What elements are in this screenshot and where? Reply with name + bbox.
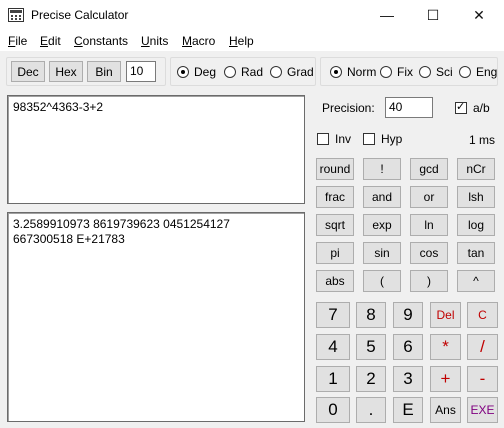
bin-button[interactable]: Bin bbox=[87, 61, 121, 82]
result-line-1: 3.2589910973 8619739623 0451254127 bbox=[13, 217, 230, 231]
hex-button[interactable]: Hex bbox=[49, 61, 83, 82]
expression-input[interactable]: 98352^4363-3+2 bbox=[7, 95, 305, 204]
fn-button-tan[interactable]: tan bbox=[457, 242, 495, 264]
radio-icon bbox=[270, 66, 282, 78]
minimize-icon: — bbox=[380, 7, 394, 23]
fn-button-round[interactable]: round bbox=[316, 158, 354, 180]
fn-button-nCr[interactable]: nCr bbox=[457, 158, 495, 180]
precision-input[interactable]: 40 bbox=[385, 97, 433, 118]
fn-button-abs[interactable]: abs bbox=[316, 270, 354, 292]
fn-button-exp[interactable]: exp bbox=[363, 214, 401, 236]
key-6[interactable]: 6 bbox=[393, 334, 423, 360]
key-4[interactable]: 4 bbox=[316, 334, 350, 360]
radio-icon bbox=[459, 66, 471, 78]
fn-button-lsh[interactable]: lsh bbox=[457, 186, 495, 208]
checkbox-checked-icon bbox=[455, 100, 467, 114]
fn-button-[interactable]: ^ bbox=[457, 270, 495, 292]
fn-button-and[interactable]: and bbox=[363, 186, 401, 208]
multiply-button[interactable]: * bbox=[430, 334, 461, 360]
rad-radio[interactable]: Rad bbox=[224, 65, 263, 79]
result-output[interactable]: 3.2589910973 8619739623 0451254127 66730… bbox=[7, 212, 305, 422]
fix-radio[interactable]: Fix bbox=[380, 65, 413, 79]
fn-button-frac[interactable]: frac bbox=[316, 186, 354, 208]
key-3[interactable]: 3 bbox=[393, 366, 423, 392]
key-2[interactable]: 2 bbox=[356, 366, 386, 392]
key-9[interactable]: 9 bbox=[393, 302, 423, 328]
precision-label: Precision: bbox=[322, 101, 375, 115]
close-button[interactable]: ✕ bbox=[456, 0, 502, 30]
menu-help[interactable]: Help bbox=[229, 34, 254, 48]
radio-selected-icon bbox=[330, 66, 342, 78]
sci-radio[interactable]: Sci bbox=[419, 65, 453, 79]
fn-button-sqrt[interactable]: sqrt bbox=[316, 214, 354, 236]
checkbox-icon bbox=[363, 133, 375, 145]
subtract-button[interactable]: - bbox=[467, 366, 498, 392]
key-8[interactable]: 8 bbox=[356, 302, 386, 328]
fn-button-sin[interactable]: sin bbox=[363, 242, 401, 264]
base-value-input[interactable]: 10 bbox=[126, 61, 156, 82]
menu-file[interactable]: File bbox=[8, 34, 27, 48]
fn-button-ln[interactable]: ln bbox=[410, 214, 448, 236]
fn-button-[interactable]: ) bbox=[410, 270, 448, 292]
key-7[interactable]: 7 bbox=[316, 302, 350, 328]
ans-button[interactable]: Ans bbox=[430, 397, 461, 423]
fn-button-or[interactable]: or bbox=[410, 186, 448, 208]
minimize-button[interactable]: — bbox=[364, 0, 410, 30]
inv-checkbox[interactable]: Inv bbox=[317, 132, 351, 146]
decimal-point-button[interactable]: . bbox=[356, 397, 386, 423]
key-0[interactable]: 0 bbox=[316, 397, 350, 423]
key-5[interactable]: 5 bbox=[356, 334, 386, 360]
add-button[interactable]: + bbox=[430, 366, 461, 392]
fn-button-pi[interactable]: pi bbox=[316, 242, 354, 264]
delete-button[interactable]: Del bbox=[430, 302, 461, 328]
fn-button-cos[interactable]: cos bbox=[410, 242, 448, 264]
clear-button[interactable]: C bbox=[467, 302, 498, 328]
execute-button[interactable]: EXE bbox=[467, 397, 498, 423]
radio-selected-icon bbox=[177, 66, 189, 78]
deg-radio[interactable]: Deg bbox=[177, 65, 216, 79]
divide-button[interactable]: / bbox=[467, 334, 498, 360]
close-icon: ✕ bbox=[473, 6, 485, 23]
window-title: Precise Calculator bbox=[31, 8, 129, 22]
hyp-checkbox[interactable]: Hyp bbox=[363, 132, 402, 146]
maximize-icon: ☐ bbox=[426, 6, 440, 23]
radio-icon bbox=[380, 66, 392, 78]
exponent-button[interactable]: E bbox=[393, 397, 423, 423]
fn-button-gcd[interactable]: gcd bbox=[410, 158, 448, 180]
expression-text: 98352^4363-3+2 bbox=[13, 100, 104, 114]
menu-constants[interactable]: Constants bbox=[74, 34, 128, 48]
fn-button-log[interactable]: log bbox=[457, 214, 495, 236]
key-1[interactable]: 1 bbox=[316, 366, 350, 392]
timing-label: 1 ms bbox=[469, 133, 496, 147]
menu-units[interactable]: Units bbox=[141, 34, 168, 48]
radio-icon bbox=[224, 66, 236, 78]
calculator-icon bbox=[8, 8, 24, 22]
norm-radio[interactable]: Norm bbox=[330, 65, 376, 79]
menu-edit[interactable]: Edit bbox=[40, 34, 61, 48]
checkbox-icon bbox=[317, 133, 329, 145]
grad-radio[interactable]: Grad bbox=[270, 65, 314, 79]
dec-button[interactable]: Dec bbox=[11, 61, 45, 82]
maximize-button[interactable]: ☐ bbox=[410, 0, 456, 30]
fn-button-[interactable]: ! bbox=[363, 158, 401, 180]
menu-macro[interactable]: Macro bbox=[182, 34, 215, 48]
radio-icon bbox=[419, 66, 431, 78]
fraction-checkbox[interactable]: a/b bbox=[455, 100, 490, 115]
fn-button-[interactable]: ( bbox=[363, 270, 401, 292]
eng-radio[interactable]: Eng bbox=[459, 65, 497, 79]
result-line-2: 667300518 E+21783 bbox=[13, 232, 125, 246]
